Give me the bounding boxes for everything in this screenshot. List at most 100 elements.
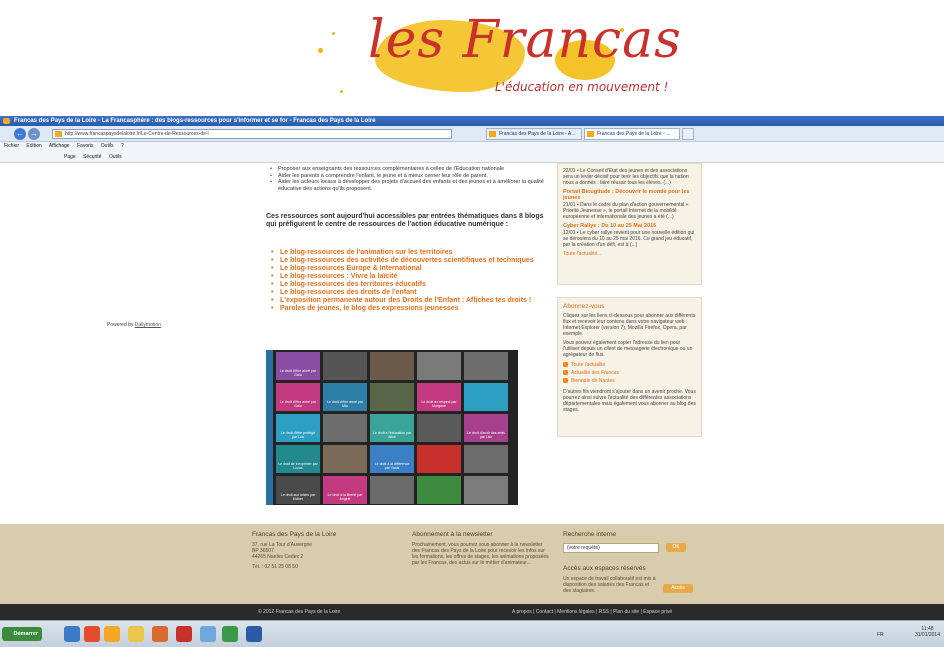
video-tile[interactable] xyxy=(323,445,367,473)
video-tile-label: Le droit d'être aimé par Gaïa xyxy=(280,400,316,408)
menu-help[interactable]: ? xyxy=(121,143,124,149)
blog-link[interactable]: Le blog-ressources des activités de déco… xyxy=(271,257,556,265)
window-title-bar: Francas des Pays de la Loire - La Franca… xyxy=(0,116,944,126)
video-tile[interactable] xyxy=(323,352,367,380)
excel-icon[interactable] xyxy=(222,626,238,642)
rss-feed-link[interactable]: Biennale de Nantes xyxy=(563,377,696,385)
url-text: http://www.francaspaysdelaloire.fr/Le-Ce… xyxy=(65,131,209,137)
dailymotion-link[interactable]: Dailymotion xyxy=(135,322,161,328)
video-tile[interactable]: Le droit au respect par Morgane xyxy=(417,383,461,411)
tab-francas-1[interactable]: Francas des Pays de la Loire - A... xyxy=(486,128,582,140)
app-icon[interactable] xyxy=(200,626,216,642)
start-button[interactable]: Démarrer xyxy=(2,627,42,641)
menu-outils[interactable]: Outils xyxy=(101,143,114,149)
video-tile[interactable]: Le droit d'être protégé par Lou xyxy=(276,414,320,442)
search-input[interactable] xyxy=(563,543,659,553)
folder-icon[interactable] xyxy=(128,626,144,642)
resources-intro: Ces ressources sont aujourd'hui accessib… xyxy=(266,213,544,229)
video-tile-label: Le droit d'avoir des amis par Lise xyxy=(467,431,505,439)
url-input[interactable]: http://www.francaspaysdelaloire.fr/Le-Ce… xyxy=(52,129,452,139)
forward-arrow-icon[interactable]: → xyxy=(28,128,40,140)
video-tile[interactable] xyxy=(464,476,508,504)
all-news-link[interactable]: Toute l'actualité... xyxy=(563,251,696,257)
chrome-icon[interactable] xyxy=(84,626,100,642)
access-button[interactable]: Accès xyxy=(663,584,693,593)
favicon-icon xyxy=(587,131,594,137)
subscribe-text: Vous pouvez également copier l'adresse d… xyxy=(563,340,693,358)
video-tile[interactable]: Le droit de s'exprimer par Lucas xyxy=(276,445,320,473)
rss-feed-link[interactable]: Toute l'actualité xyxy=(563,361,696,369)
video-tile[interactable]: Le droit d'être aimé par Gaïa xyxy=(276,383,320,411)
toolbar-security[interactable]: Sécurité xyxy=(83,154,101,160)
news-text: 12/01 • Le cyber rallye revient pour une… xyxy=(563,230,695,248)
video-tile[interactable] xyxy=(370,352,414,380)
menu-favoris[interactable]: Favoris xyxy=(77,143,93,149)
logo-dot xyxy=(340,90,343,93)
tab-francas-2[interactable]: Francas des Pays de la Loire - ... xyxy=(584,128,680,140)
clock[interactable]: 11:48 31/01/2014 xyxy=(915,626,940,638)
menu-bar: Fichier Edition Affichage Favoris Outils… xyxy=(0,142,944,151)
access-title: Accès aux espaces réservés xyxy=(563,565,646,572)
clock-date: 31/01/2014 xyxy=(914,632,940,638)
language-indicator[interactable]: FR xyxy=(877,632,884,638)
video-tile[interactable] xyxy=(323,414,367,442)
blog-links: Le blog-ressources de l'animation sur le… xyxy=(271,249,556,313)
footer-search: Recherche interne OK Accès aux espaces r… xyxy=(563,531,713,594)
video-tile[interactable] xyxy=(417,414,461,442)
video-tile[interactable]: Le droit à la liberté par Angèle xyxy=(323,476,367,504)
francas-logo: les Francas L'éducation en mouvement ! xyxy=(0,0,944,116)
news-title[interactable]: Cyber Rallye : Du 10 au 25 Mai 2016 xyxy=(563,223,696,229)
video-tile[interactable] xyxy=(464,383,508,411)
blog-link[interactable]: Le blog-ressources des territoires éduca… xyxy=(271,281,556,289)
system-tray: FR 11:48 31/01/2014 xyxy=(877,626,940,638)
blog-link[interactable]: Paroles de jeunes, le blog des expressio… xyxy=(271,305,556,313)
video-tile[interactable]: Le droit à la différence par Yanis xyxy=(370,445,414,473)
footer-org: Francas des Pays de la Loire xyxy=(252,531,337,538)
video-tile[interactable] xyxy=(370,476,414,504)
video-tile-label: Le droit d'être aimé par Gaïa xyxy=(280,369,316,377)
video-tile[interactable]: Le droit aux loisirs par Esther xyxy=(276,476,320,504)
video-tile[interactable] xyxy=(370,383,414,411)
video-tile[interactable]: Le droit d'avoir des amis par Lise xyxy=(464,414,508,442)
powered-by-label: Powered by xyxy=(107,322,134,328)
video-tile[interactable] xyxy=(464,445,508,473)
video-tile[interactable]: Le droit d'être aimé par Mia xyxy=(323,383,367,411)
ie-icon[interactable] xyxy=(104,626,120,642)
explorer-icon[interactable] xyxy=(64,626,80,642)
video-tile[interactable] xyxy=(464,352,508,380)
back-arrow-icon[interactable]: ← xyxy=(14,128,26,140)
blog-link[interactable]: Le blog-ressources des droits de l'enfan… xyxy=(271,289,556,297)
word-icon[interactable] xyxy=(246,626,262,642)
favicon-icon xyxy=(55,131,62,137)
video-tile[interactable]: Le droit à l'éducation par Alice xyxy=(370,414,414,442)
logo-dot xyxy=(318,48,323,53)
video-tile[interactable] xyxy=(417,352,461,380)
copyright: © 2012 Francas des Pays de la Loire xyxy=(258,609,341,615)
subscribe-panel: Abonnez-vous Cliquez sur les liens ci-de… xyxy=(557,297,702,437)
video-tile[interactable] xyxy=(417,476,461,504)
powered-by: Powered by Dailymotion xyxy=(107,322,161,328)
search-ok-button[interactable]: OK xyxy=(666,543,686,552)
news-title[interactable]: Portail Biougitude : Découvrir le monde … xyxy=(563,189,696,201)
ie-icon xyxy=(3,118,10,124)
address-line: 44265 Nantes Cedex 2 xyxy=(252,554,304,560)
menu-edition[interactable]: Edition xyxy=(26,143,41,149)
blog-link[interactable]: Le blog-ressources : Vivre la laïcité xyxy=(271,273,556,281)
video-tile[interactable]: Le droit d'être aimé par Gaïa xyxy=(276,352,320,380)
blog-link[interactable]: Le blog-ressources de l'animation sur le… xyxy=(271,249,556,257)
media-icon[interactable] xyxy=(176,626,192,642)
new-tab-button[interactable] xyxy=(682,128,694,140)
footer-links[interactable]: A propos | Contact | Mentions légales | … xyxy=(512,604,672,620)
rss-feed-link[interactable]: Actualité des Francas xyxy=(563,369,696,377)
toolbar-page[interactable]: Page xyxy=(64,154,76,160)
toolbar-tools[interactable]: Outils xyxy=(109,154,122,160)
blog-link[interactable]: Le blog-ressources Europe & Internationa… xyxy=(271,265,556,273)
blog-link[interactable]: L'exposition permanente autour des Droit… xyxy=(271,297,556,305)
menu-fichier[interactable]: Fichier xyxy=(4,143,19,149)
news-text: 22/01 • Le Conseil d'Etat des jeunes et … xyxy=(563,168,689,186)
menu-affichage[interactable]: Affichage xyxy=(49,143,70,149)
dailymotion-video-grid[interactable]: Le droit d'être aimé par Gaïa Le droit d'… xyxy=(266,350,518,505)
phone: Tél. : 02 51 25 08 50 xyxy=(252,564,298,570)
outlook-icon[interactable] xyxy=(152,626,168,642)
video-tile[interactable] xyxy=(417,445,461,473)
